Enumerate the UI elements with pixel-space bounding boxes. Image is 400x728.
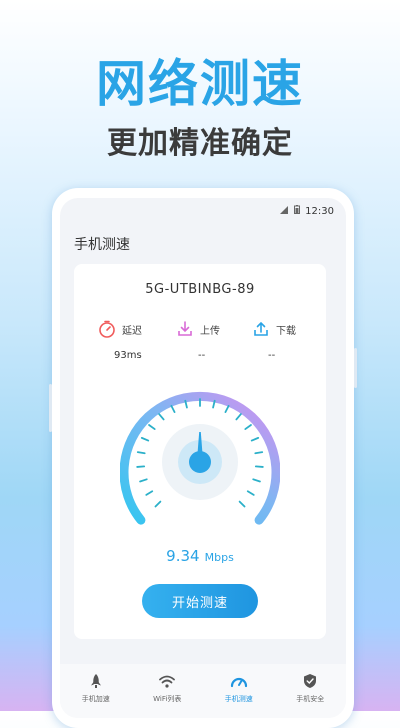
gauge-tick	[252, 478, 261, 483]
phone-side-button	[49, 384, 52, 432]
bottom-tab-bar: 手机加速 WiFi列表 手机测速 手机安全	[60, 664, 346, 718]
gauge-tick	[154, 500, 162, 508]
gauge-tick	[139, 478, 148, 483]
upload-metric: 上传	[176, 320, 220, 338]
upload-value: --	[198, 350, 206, 361]
gauge-tick	[136, 465, 146, 468]
app-title: 手机测速	[74, 237, 130, 253]
start-test-button[interactable]: 开始测速	[142, 584, 258, 618]
gauge-tick	[238, 500, 246, 508]
download-metric: 下载	[252, 320, 296, 338]
hero-subtitle: 更加精准确定	[107, 126, 293, 161]
signal-icon	[280, 205, 288, 214]
hero-title: 网络测速	[96, 55, 304, 113]
download-value: --	[268, 350, 276, 361]
network-name: 5G-UTBINBG-89	[145, 282, 255, 297]
tab-label: WiFi列表	[153, 695, 182, 703]
upload-tray-icon	[178, 321, 192, 336]
latency-metric: 延迟	[98, 320, 142, 338]
gauge-tick	[158, 413, 165, 421]
phone-mockup: 12:30 手机测速 5G-UTBINBG-89 延迟 上传 下载 93ms -…	[49, 188, 357, 728]
gauge-tick	[145, 490, 154, 496]
speed-unit: Mbps	[204, 551, 234, 564]
speed-readout: 9.34 Mbps	[74, 546, 326, 565]
gauge-tick	[246, 490, 255, 496]
gauge-tick	[254, 451, 264, 455]
speedometer-icon	[230, 677, 247, 688]
download-tray-icon	[254, 321, 268, 336]
wifi-icon	[159, 675, 176, 688]
speed-gauge	[120, 391, 280, 525]
tab-label: 手机加速	[81, 695, 110, 703]
gauge-tick	[170, 404, 176, 414]
gauge-tick	[235, 413, 242, 421]
phone-side-button	[354, 348, 357, 388]
latency-label: 延迟	[122, 325, 142, 337]
gauge-tick	[224, 404, 230, 414]
tab-wifi-list[interactable]: WiFi列表	[132, 664, 204, 718]
gauge-tick	[254, 465, 264, 468]
timer-icon	[99, 320, 115, 338]
tab-label: 手机安全	[296, 695, 325, 703]
upload-label: 上传	[200, 325, 220, 337]
phone-screen: 12:30 手机测速 5G-UTBINBG-89 延迟 上传 下载 93ms -…	[60, 198, 346, 718]
battery-icon	[294, 205, 300, 214]
tab-phone-speedtest[interactable]: 手机测速	[203, 664, 275, 718]
tab-label: 手机测速	[224, 695, 253, 703]
gauge-tick	[136, 451, 146, 455]
tab-phone-boost[interactable]: 手机加速	[60, 664, 132, 718]
latency-value: 93ms	[114, 350, 142, 361]
download-label: 下载	[276, 325, 296, 337]
gauge-tick	[140, 436, 150, 442]
shield-icon	[304, 674, 317, 688]
status-time: 12:30	[305, 206, 334, 217]
speed-value: 9.34	[166, 547, 200, 565]
gauge-tick	[244, 424, 252, 430]
gauge-tick	[250, 436, 260, 442]
speed-test-card: 5G-UTBINBG-89 延迟 上传 下载 93ms -- -- 9.34 M…	[74, 264, 326, 639]
tab-phone-security[interactable]: 手机安全	[275, 664, 347, 718]
rocket-icon	[90, 674, 101, 688]
gauge-tick	[148, 424, 156, 430]
status-bar: 12:30	[60, 198, 346, 222]
